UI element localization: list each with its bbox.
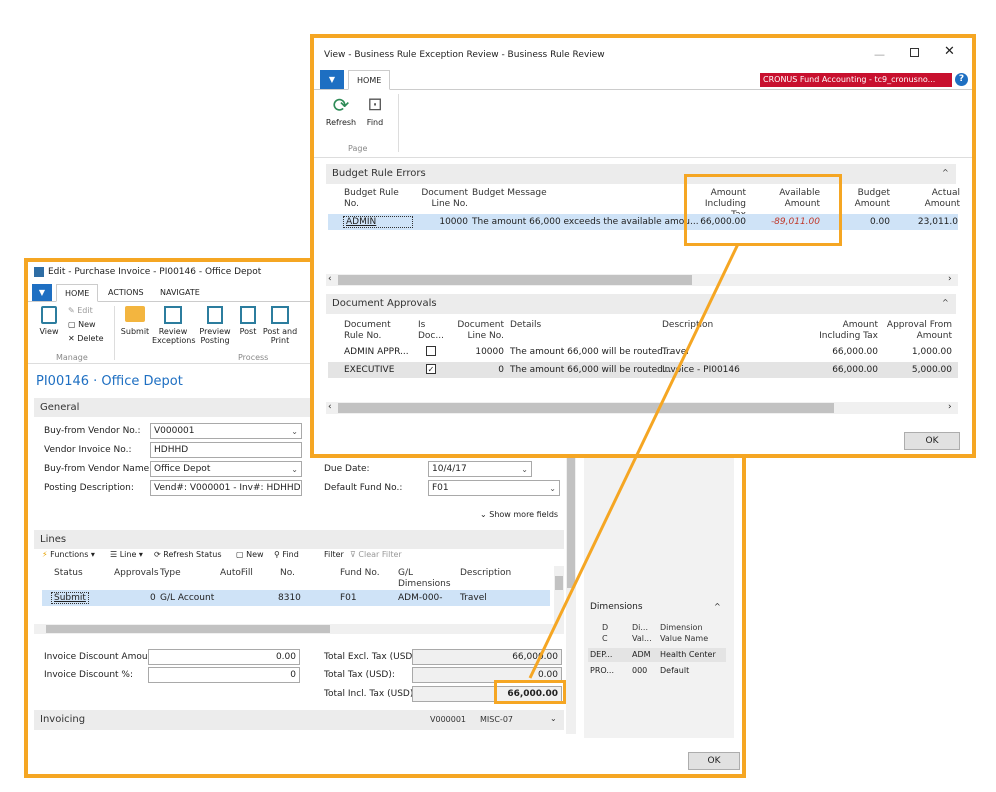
highlight-connector [528,243,740,679]
connector-line [528,243,740,679]
